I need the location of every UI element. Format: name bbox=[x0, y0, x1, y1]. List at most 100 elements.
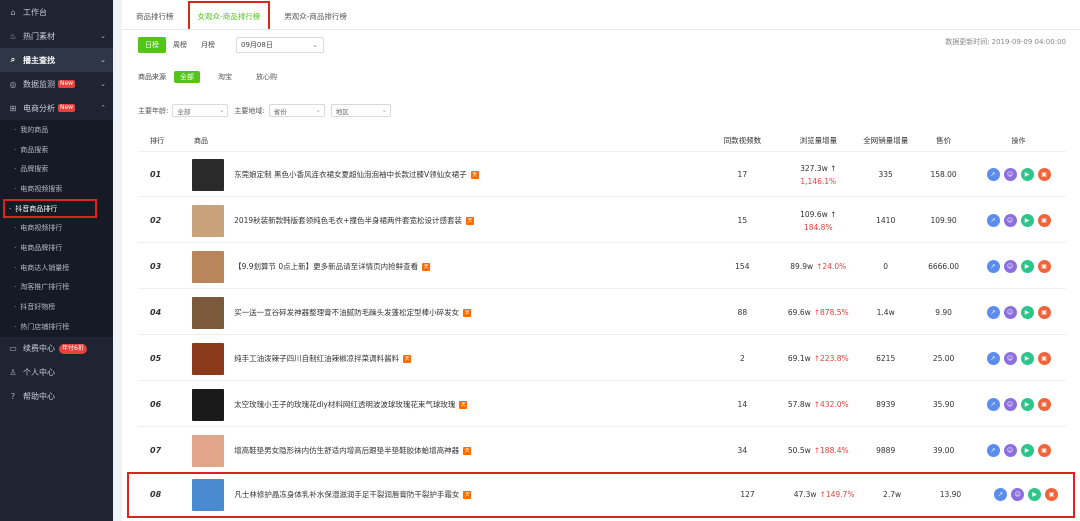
product-thumbnail[interactable] bbox=[192, 388, 225, 421]
row-actions: ↗ ☺ ▶ ▣ bbox=[971, 444, 1066, 457]
sales-increment: 2.7w bbox=[883, 490, 902, 499]
trend-chart-icon[interactable]: ↗ bbox=[994, 488, 1008, 501]
video-count: 2 bbox=[739, 354, 745, 363]
shop-icon[interactable]: ▣ bbox=[1037, 444, 1051, 457]
sidebar-item-hot-material[interactable]: ♨ 热门素材 ⌄ bbox=[0, 24, 113, 48]
audience-icon[interactable]: ☺ bbox=[1003, 306, 1017, 319]
table-row[interactable]: 07 增高鞋垫男女隐形袜内仿生舒适内增高后跟垫半垫鞋胶体蛤增高神器天 34 50.5w… bbox=[138, 429, 1066, 473]
audience-icon[interactable]: ☺ bbox=[1003, 260, 1017, 273]
submenu-item[interactable]: · 淘客推广排行榜 bbox=[0, 278, 113, 298]
product-name[interactable]: 【9.9划算节 0点上新】更多新品请至详情页内抢鲜查看 bbox=[234, 261, 418, 272]
video-icon[interactable]: ▶ bbox=[1020, 168, 1034, 181]
sidebar-item-renewal[interactable]: ▭ 续费中心 年付6折 bbox=[0, 337, 113, 361]
product-name[interactable]: 太空玫瑰小王子的玫瑰花diy材料网红透明波波球玫瑰花束气球玫瑰 bbox=[234, 399, 455, 410]
product-name[interactable]: 凡士林修护晶冻身体乳补水保湿滋润手足干裂润唇膏防干裂护手霜女 bbox=[234, 489, 459, 500]
video-icon[interactable]: ▶ bbox=[1020, 214, 1034, 227]
video-icon[interactable]: ▶ bbox=[1028, 488, 1042, 501]
audience-icon[interactable]: ☺ bbox=[1003, 398, 1017, 411]
source-option-fangxingou[interactable]: 放心购 bbox=[250, 71, 283, 83]
shop-icon[interactable]: ▣ bbox=[1037, 260, 1051, 273]
trend-chart-icon[interactable]: ↗ bbox=[986, 444, 1000, 457]
ecommerce-submenu: · 我的商品 · 商品搜索 · 品牌搜索 · 电商视频搜索 · 抖音商品排行 · 电商视频排… bbox=[0, 120, 113, 337]
province-select[interactable]: 省份 ⌄ bbox=[268, 104, 325, 117]
shop-icon[interactable]: ▣ bbox=[1037, 306, 1051, 319]
submenu-item[interactable]: · 电商品牌排行 bbox=[0, 238, 113, 258]
shop-icon[interactable]: ▣ bbox=[1037, 352, 1051, 365]
product-name[interactable]: 增高鞋垫男女隐形袜内仿生舒适内增高后跟垫半垫鞋胶体蛤增高神器 bbox=[234, 445, 459, 456]
table-row[interactable]: 05 纯手工油泼辣子四川自制红油辣椒凉拌菜调料酱料天 2 69.1w ↑223.8% 62… bbox=[138, 337, 1066, 381]
video-icon[interactable]: ▶ bbox=[1020, 306, 1034, 319]
submenu-item[interactable]: · 电商视频排行 bbox=[0, 218, 113, 238]
submenu-item[interactable]: · 品牌搜索 bbox=[0, 159, 113, 179]
sidebar-item-ecommerce-analysis[interactable]: ⊞ 电商分析 New ⌃ bbox=[0, 96, 113, 120]
sidebar-item-profile[interactable]: ♙ 个人中心 bbox=[0, 361, 113, 385]
weekly-button[interactable]: 周榜 bbox=[166, 37, 194, 53]
sidebar-item-help[interactable]: ? 帮助中心 bbox=[0, 385, 113, 409]
browse-value: 57.8w bbox=[787, 400, 811, 409]
table-row[interactable]: 03 【9.9划算节 0点上新】更多新品请至详情页内抢鲜查看天 154 89.9w ↑2… bbox=[138, 245, 1066, 289]
video-icon[interactable]: ▶ bbox=[1020, 444, 1034, 457]
rank-number: 01 bbox=[150, 170, 162, 179]
audience-icon[interactable]: ☺ bbox=[1003, 352, 1017, 365]
product-name[interactable]: 买一送一宣谷碎发神器整理膏不油腻防毛躁头发蓬松定型棒小碎发女 bbox=[234, 307, 459, 318]
trend-chart-icon[interactable]: ↗ bbox=[986, 214, 1000, 227]
video-icon[interactable]: ▶ bbox=[1020, 398, 1034, 411]
audience-icon[interactable]: ☺ bbox=[1003, 214, 1017, 227]
product-thumbnail[interactable] bbox=[192, 434, 225, 467]
submenu-item[interactable]: · 抖音好物榜 bbox=[0, 297, 113, 317]
trend-chart-icon[interactable]: ↗ bbox=[986, 168, 1000, 181]
product-thumbnail[interactable] bbox=[192, 158, 225, 191]
product-thumbnail[interactable] bbox=[192, 342, 225, 375]
sidebar-item-data-monitor[interactable]: ◎ 数据监测 New ⌄ bbox=[0, 72, 113, 96]
shop-icon[interactable]: ▣ bbox=[1045, 488, 1059, 501]
update-value: 2019-09-09 04:00:00 bbox=[991, 38, 1066, 46]
product-name[interactable]: 东莞娘定制 黑色小香风连衣裙女夏超仙泡泡袖中长款过膝V领仙女裙子 bbox=[234, 169, 467, 180]
table-row[interactable]: 06 太空玫瑰小王子的玫瑰花diy材料网红透明波波球玫瑰花束气球玫瑰天 14 57.8… bbox=[138, 383, 1066, 427]
table-row[interactable]: 08 凡士林修护晶冻身体乳补水保湿滋润手足干裂润唇膏防干裂护手霜女天 127 47.3… bbox=[127, 472, 1075, 518]
tab-female-audience-rank[interactable]: 女观众-商品排行榜 bbox=[187, 1, 271, 29]
tmall-icon: 天 bbox=[465, 216, 474, 225]
daily-button[interactable]: 日榜 bbox=[138, 37, 166, 53]
table-row[interactable]: 02 2019秋装新款韩版套领纯色毛衣+撞色半身裙两件套宽松设计感套装天 15 109… bbox=[138, 199, 1066, 243]
sidebar-item-streamer-search[interactable]: ⌕ 播主查找 ⌄ bbox=[0, 48, 113, 72]
video-icon[interactable]: ▶ bbox=[1020, 260, 1034, 273]
video-icon[interactable]: ▶ bbox=[1020, 352, 1034, 365]
audience-icon[interactable]: ☺ bbox=[1003, 168, 1017, 181]
submenu-item-douyin-product-rank[interactable]: · 抖音商品排行 bbox=[3, 198, 97, 219]
sidebar-item-workbench[interactable]: ⌂ 工作台 bbox=[0, 0, 113, 24]
age-select[interactable]: 全部 ⌄ bbox=[172, 104, 229, 117]
source-option-taobao[interactable]: 淘宝 bbox=[212, 71, 238, 83]
browse-value: 327.3w ↑ bbox=[800, 163, 837, 173]
product-name[interactable]: 纯手工油泼辣子四川自制红油辣椒凉拌菜调料酱料 bbox=[234, 353, 399, 364]
trend-chart-icon[interactable]: ↗ bbox=[986, 260, 1000, 273]
product-name[interactable]: 2019秋装新款韩版套领纯色毛衣+撞色半身裙两件套宽松设计感套装 bbox=[234, 215, 462, 226]
submenu-item[interactable]: · 商品搜索 bbox=[0, 140, 113, 160]
product-thumbnail[interactable] bbox=[192, 250, 225, 283]
sidebar-item-label: 播主查找 bbox=[23, 55, 55, 65]
tab-product-rank[interactable]: 商品排行榜 bbox=[128, 3, 182, 29]
product-thumbnail[interactable] bbox=[192, 478, 225, 511]
submenu-item[interactable]: · 电商视频搜索 bbox=[0, 179, 113, 199]
tab-male-audience-rank[interactable]: 男观众-商品排行榜 bbox=[276, 3, 355, 29]
product-thumbnail[interactable] bbox=[192, 296, 225, 329]
submenu-item[interactable]: · 热门店铺排行榜 bbox=[0, 317, 113, 337]
video-count: 88 bbox=[737, 308, 748, 317]
audience-icon[interactable]: ☺ bbox=[1003, 444, 1017, 457]
monthly-button[interactable]: 月榜 bbox=[194, 37, 222, 53]
audience-icon[interactable]: ☺ bbox=[1011, 488, 1025, 501]
card-icon: ▭ bbox=[9, 344, 17, 354]
trend-chart-icon[interactable]: ↗ bbox=[986, 306, 1000, 319]
table-row[interactable]: 04 买一送一宣谷碎发神器整理膏不油腻防毛躁头发蓬松定型棒小碎发女天 88 69.6w… bbox=[138, 291, 1066, 335]
trend-chart-icon[interactable]: ↗ bbox=[986, 398, 1000, 411]
trend-chart-icon[interactable]: ↗ bbox=[986, 352, 1000, 365]
table-row[interactable]: 01 东莞娘定制 黑色小香风连衣裙女夏超仙泡泡袖中长款过膝V领仙女裙子天 17 327… bbox=[138, 153, 1066, 197]
district-select[interactable]: 地区 ⌄ bbox=[330, 104, 391, 117]
date-select[interactable]: 09月08日 ⌄ bbox=[236, 37, 324, 53]
source-option-all[interactable]: 全部 bbox=[174, 71, 200, 83]
shop-icon[interactable]: ▣ bbox=[1037, 168, 1051, 181]
shop-icon[interactable]: ▣ bbox=[1037, 214, 1051, 227]
shop-icon[interactable]: ▣ bbox=[1037, 398, 1051, 411]
submenu-item[interactable]: · 我的商品 bbox=[0, 120, 113, 140]
product-thumbnail[interactable] bbox=[192, 204, 225, 237]
submenu-item[interactable]: · 电商达人销量榜 bbox=[0, 258, 113, 278]
